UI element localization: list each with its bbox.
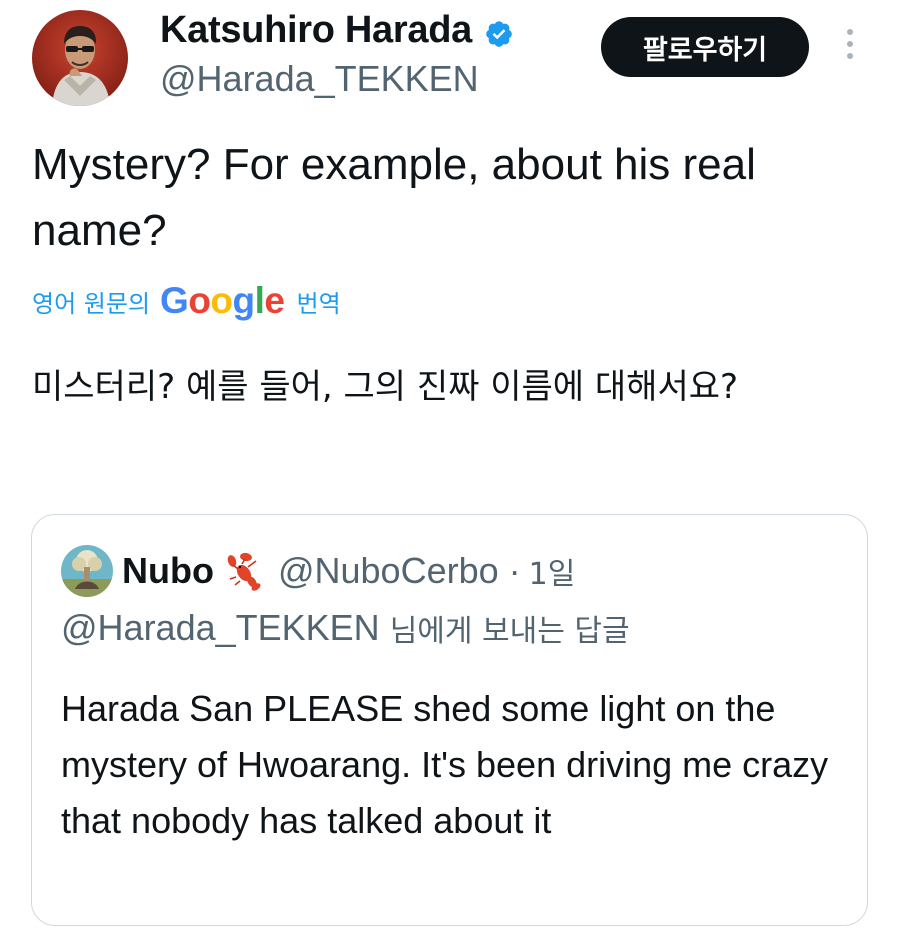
quoted-timestamp[interactable]: 1일 [529,549,576,593]
quoted-tweet-text: Harada San PLEASE shed some light on the… [61,688,829,841]
translation-prefix: 영어 원문의 [32,289,151,318]
quoted-author-avatar[interactable] [61,545,113,597]
author-avatar-image [32,10,128,106]
author-display-name[interactable]: Katsuhiro Harada [160,8,514,52]
follow-button[interactable]: 팔로우하기 [601,17,809,77]
translation-attribution[interactable]: 영어 원문의 Google 번역 [32,278,341,324]
quoted-tweet-card[interactable]: Nubo @NuboCerbo · 1일 @Harada_TEKKEN 님에게 … [31,514,868,926]
reply-context: @Harada_TEKKEN 님에게 보내는 답글 [61,605,630,651]
tweet-text: Mystery? For example, about his real nam… [32,140,756,255]
author-avatar[interactable] [32,10,128,106]
header-separator: · [508,550,521,591]
google-logo: Google [160,280,285,321]
quoted-handle[interactable]: @NuboCerbo [278,550,499,592]
author-name-text: Katsuhiro Harada [160,9,472,51]
author-handle[interactable]: @Harada_TEKKEN [160,57,479,101]
quoted-display-name[interactable]: Nubo [122,550,214,592]
quoted-tweet-header: Nubo @NuboCerbo · 1일 [122,545,575,597]
more-vertical-icon[interactable] [838,29,862,69]
verified-badge-icon [484,15,514,47]
quoted-avatar-image [61,545,113,597]
translated-text: 미스터리? 예를 들어, 그의 진짜 이름에 대해서요? [32,367,739,407]
reply-to-suffix: 님에게 보내는 답글 [389,614,630,649]
translation-suffix: 번역 [296,289,341,318]
reply-to-handle[interactable]: @Harada_TEKKEN [61,607,380,649]
lobster-icon [222,549,266,593]
